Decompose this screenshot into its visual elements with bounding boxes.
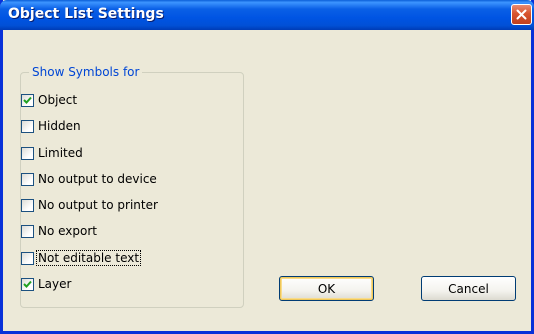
checkbox-label: Object — [38, 93, 78, 107]
checkbox[interactable] — [21, 93, 34, 107]
checkbox[interactable] — [21, 224, 34, 238]
checkbox-label: Hidden — [38, 119, 81, 133]
close-button[interactable] — [511, 4, 532, 25]
checkbox-label: No export — [38, 224, 98, 238]
ok-button[interactable]: OK — [279, 276, 374, 301]
cancel-button[interactable]: Cancel — [421, 276, 516, 301]
checkbox[interactable] — [21, 198, 34, 212]
checkbox-row[interactable]: Hidden — [21, 118, 82, 134]
checkmark-icon — [23, 96, 32, 104]
checkbox-row[interactable]: Object — [21, 92, 78, 108]
checkbox-label: No output to device — [38, 172, 157, 186]
checkbox-row[interactable]: Not editable text — [21, 250, 142, 266]
checkbox[interactable] — [21, 277, 34, 291]
checkbox-label: Layer — [38, 277, 72, 291]
checkbox[interactable] — [21, 172, 34, 186]
dialog-window: Object List Settings Show Symbols for Ob… — [0, 0, 534, 334]
checkbox-row[interactable]: No export — [21, 223, 98, 239]
checkbox-row[interactable]: Layer — [21, 276, 72, 292]
checkbox-label: Not editable text — [35, 250, 142, 266]
group-label: Show Symbols for — [29, 65, 143, 79]
checkbox[interactable] — [21, 251, 34, 265]
checkbox-row[interactable]: Limited — [21, 145, 84, 161]
close-icon — [516, 9, 527, 20]
checkmark-icon — [23, 280, 32, 288]
checkbox[interactable] — [21, 146, 34, 160]
title-bar[interactable]: Object List Settings — [0, 0, 534, 30]
checkbox-row[interactable]: No output to device — [21, 171, 158, 187]
checkbox[interactable] — [21, 119, 34, 133]
checkbox-label: No output to printer — [38, 198, 158, 212]
checkbox-row[interactable]: No output to printer — [21, 197, 159, 213]
checkbox-label: Limited — [38, 146, 83, 160]
window-title: Object List Settings — [8, 6, 164, 22]
